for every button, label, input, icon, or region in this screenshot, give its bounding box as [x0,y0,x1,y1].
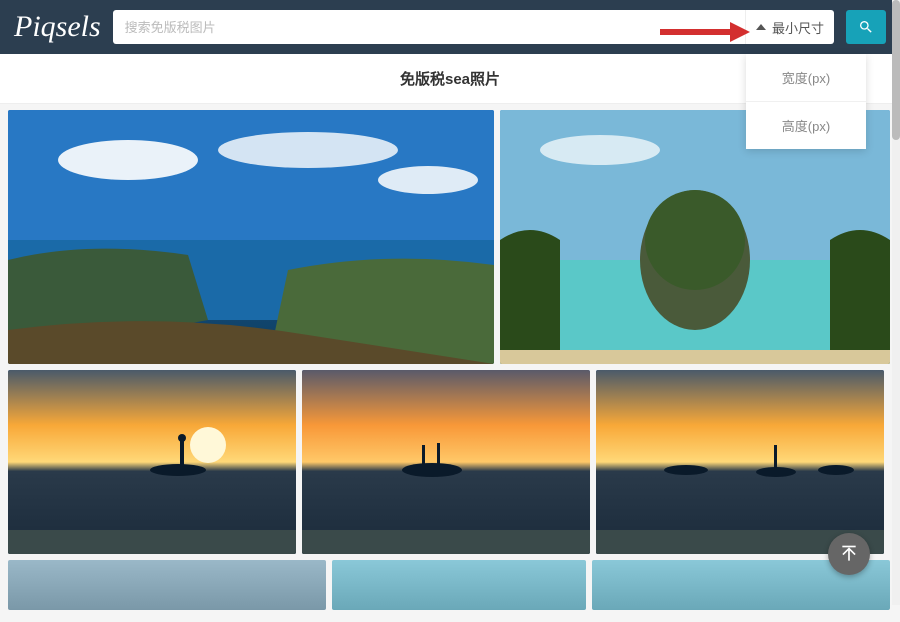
image-gallery [0,104,900,622]
triangle-up-icon [756,24,766,30]
scrollbar[interactable] [892,0,900,605]
header: Piqsels 最小尺寸 [0,0,900,54]
search-button[interactable] [846,10,886,44]
gallery-image[interactable] [332,560,586,610]
search-icon [858,19,874,35]
annotation-arrow-icon [660,20,750,44]
size-filter-label: 最小尺寸 [772,18,824,37]
gallery-image[interactable] [8,110,494,364]
dropdown-height-option[interactable]: 高度(px) [746,102,866,149]
arrow-up-icon [839,544,859,564]
scroll-to-top-button[interactable] [828,533,870,575]
gallery-image[interactable] [302,370,590,554]
dropdown-width-option[interactable]: 宽度(px) [746,54,866,102]
brand-logo[interactable]: Piqsels [14,10,101,44]
gallery-image[interactable] [596,370,884,554]
scrollbar-thumb[interactable] [892,0,900,140]
gallery-image[interactable] [8,560,326,610]
gallery-row [8,370,892,554]
gallery-image[interactable] [8,370,296,554]
gallery-row [8,560,892,610]
size-filter-toggle[interactable]: 最小尺寸 [745,10,834,44]
search-input[interactable] [113,20,745,35]
size-dropdown: 宽度(px) 高度(px) [746,54,866,149]
